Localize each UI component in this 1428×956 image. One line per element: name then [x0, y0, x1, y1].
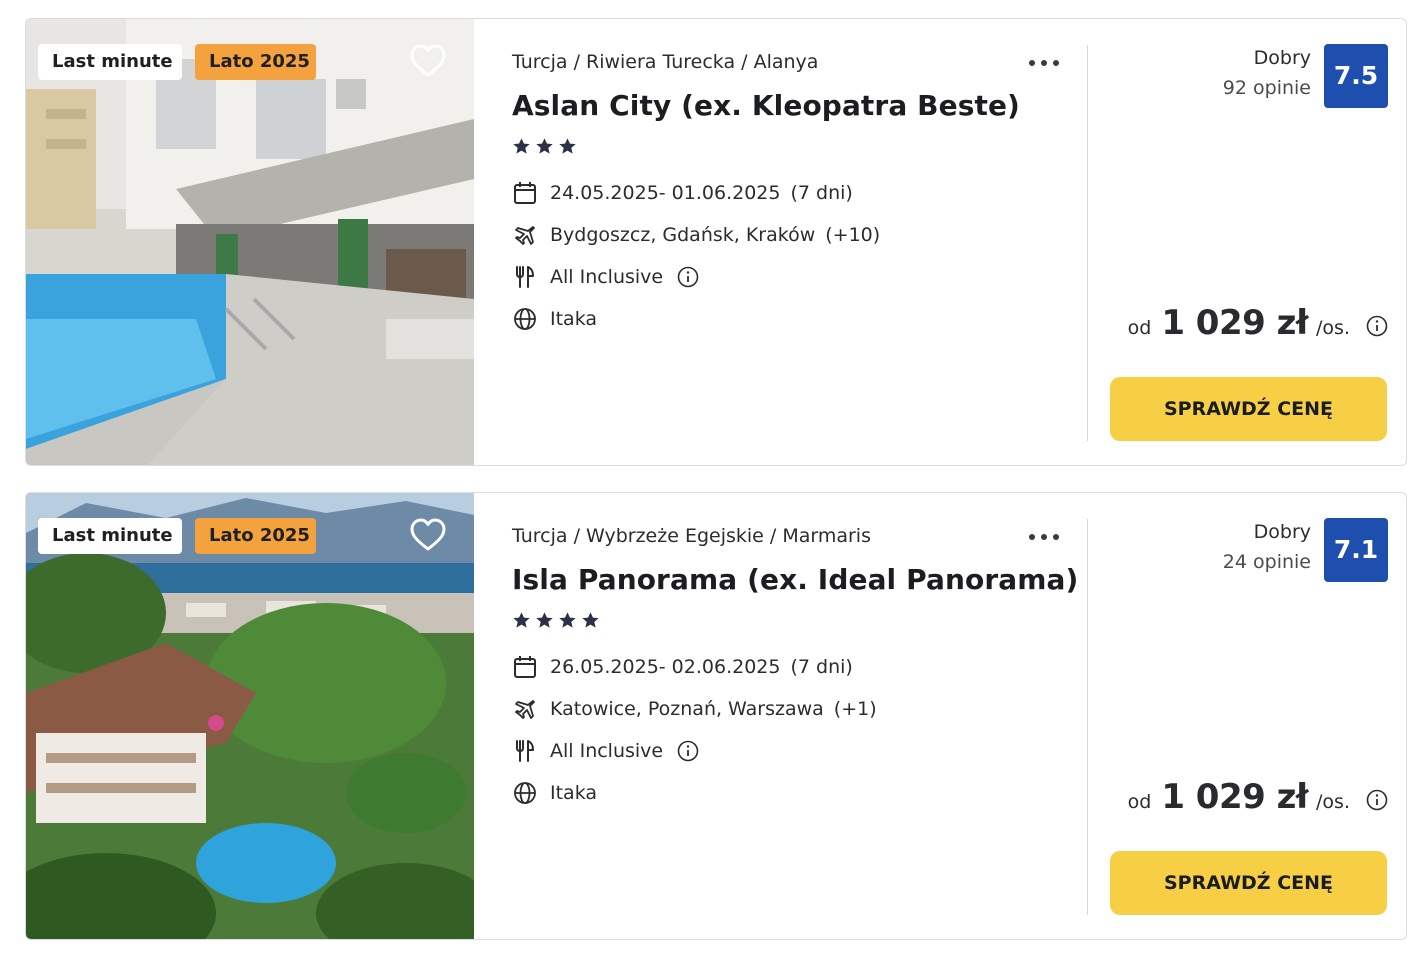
- hotel-name[interactable]: Isla Panorama (ex. Ideal Panorama): [512, 563, 1078, 596]
- favorite-heart-icon[interactable]: [409, 516, 447, 554]
- more-airports[interactable]: (+10): [825, 224, 880, 246]
- more-airports[interactable]: (+1): [834, 698, 877, 720]
- last-minute-badge: Last minute: [38, 518, 182, 554]
- check-price-button[interactable]: SPRAWDŹ CENĘ: [1110, 851, 1387, 915]
- board-row: All Inclusive: [512, 263, 699, 291]
- price-info-icon[interactable]: [1366, 315, 1388, 337]
- star-icon: [513, 138, 530, 154]
- board-type: All Inclusive: [550, 266, 664, 288]
- rating-score-badge: 7.5: [1324, 44, 1388, 108]
- price-prefix: od: [1127, 317, 1152, 339]
- offer-card[interactable]: Last minute Lato 2025 Turcja / Wybrzeże …: [25, 492, 1407, 940]
- price-unit: /os.: [1316, 791, 1350, 813]
- check-price-button[interactable]: SPRAWDŹ CENĘ: [1110, 377, 1387, 441]
- plane-icon: [515, 700, 535, 719]
- season-badge: Lato 2025: [195, 518, 316, 554]
- info-icon[interactable]: [677, 266, 699, 288]
- dates-row: 26.05.2025- 02.06.2025 (7 dni): [512, 653, 853, 681]
- price-info-icon[interactable]: [1366, 789, 1388, 811]
- operator-row: Itaka: [512, 779, 597, 807]
- globe-icon: [514, 782, 536, 804]
- star-icon: [582, 612, 599, 628]
- star-icon: [559, 612, 576, 628]
- hotel-photo[interactable]: [26, 493, 474, 939]
- rating-label: Dobry: [1253, 47, 1311, 69]
- hotel-photo[interactable]: [26, 19, 474, 465]
- board-type: All Inclusive: [550, 740, 664, 762]
- hotel-stars: [512, 611, 600, 633]
- hotel-name[interactable]: Aslan City (ex. Kleopatra Beste): [512, 89, 1020, 122]
- reviews-count[interactable]: 24 opinie: [1223, 551, 1311, 573]
- departure-airports: Bydgoszcz, Gdańsk, Kraków: [550, 224, 816, 246]
- globe-icon: [514, 308, 536, 330]
- tour-operator: Itaka: [550, 308, 598, 330]
- price-amount: 1 029 zł: [1161, 777, 1309, 817]
- star-icon: [536, 138, 553, 154]
- departures-row: Bydgoszcz, Gdańsk, Kraków (+10): [512, 221, 880, 249]
- calendar-icon: [514, 182, 536, 204]
- star-icon: [536, 612, 553, 628]
- tour-operator: Itaka: [550, 782, 598, 804]
- trip-dates: 24.05.2025- 01.06.2025: [550, 182, 781, 204]
- location-breadcrumb[interactable]: Turcja / Riwiera Turecka / Alanya: [512, 51, 818, 73]
- more-options-icon[interactable]: [1024, 523, 1064, 551]
- price-amount: 1 029 zł: [1161, 303, 1309, 343]
- board-row: All Inclusive: [512, 737, 699, 765]
- offer-card[interactable]: Last minute Lato 2025 Turcja / Riwiera T…: [25, 18, 1407, 466]
- trip-dates: 26.05.2025- 02.06.2025: [550, 656, 781, 678]
- calendar-icon: [514, 656, 536, 678]
- hotel-stars: [512, 137, 577, 159]
- season-badge: Lato 2025: [195, 44, 316, 80]
- departure-airports: Katowice, Poznań, Warszawa: [550, 698, 824, 720]
- price-prefix: od: [1127, 791, 1152, 813]
- reviews-count[interactable]: 92 opinie: [1223, 77, 1311, 99]
- price-panel: Dobry 92 opinie 7.5 od 1 029 zł /os. SPR…: [1088, 19, 1406, 465]
- rating-score-badge: 7.1: [1324, 518, 1388, 582]
- price: od 1 029 zł /os.: [1128, 303, 1388, 343]
- location-breadcrumb[interactable]: Turcja / Wybrzeże Egejskie / Marmaris: [512, 525, 871, 547]
- dates-row: 24.05.2025- 01.06.2025 (7 dni): [512, 179, 853, 207]
- star-icon: [559, 138, 576, 154]
- price-unit: /os.: [1316, 317, 1350, 339]
- price-panel: Dobry 24 opinie 7.1 od 1 029 zł /os. SPR…: [1088, 493, 1406, 939]
- favorite-heart-icon[interactable]: [409, 42, 447, 80]
- info-icon[interactable]: [677, 740, 699, 762]
- cutlery-icon: [516, 740, 534, 762]
- last-minute-badge: Last minute: [38, 44, 182, 80]
- offer-info: Turcja / Wybrzeże Egejskie / Marmaris Is…: [512, 493, 1088, 939]
- operator-row: Itaka: [512, 305, 597, 333]
- more-options-icon[interactable]: [1024, 49, 1064, 77]
- star-icon: [513, 612, 530, 628]
- trip-duration: (7 dni): [790, 182, 853, 204]
- cutlery-icon: [516, 266, 534, 288]
- plane-icon: [515, 226, 535, 245]
- rating-label: Dobry: [1253, 521, 1311, 543]
- departures-row: Katowice, Poznań, Warszawa (+1): [512, 695, 877, 723]
- trip-duration: (7 dni): [790, 656, 853, 678]
- offer-info: Turcja / Riwiera Turecka / Alanya Aslan …: [512, 19, 1088, 465]
- price: od 1 029 zł /os.: [1128, 777, 1388, 817]
